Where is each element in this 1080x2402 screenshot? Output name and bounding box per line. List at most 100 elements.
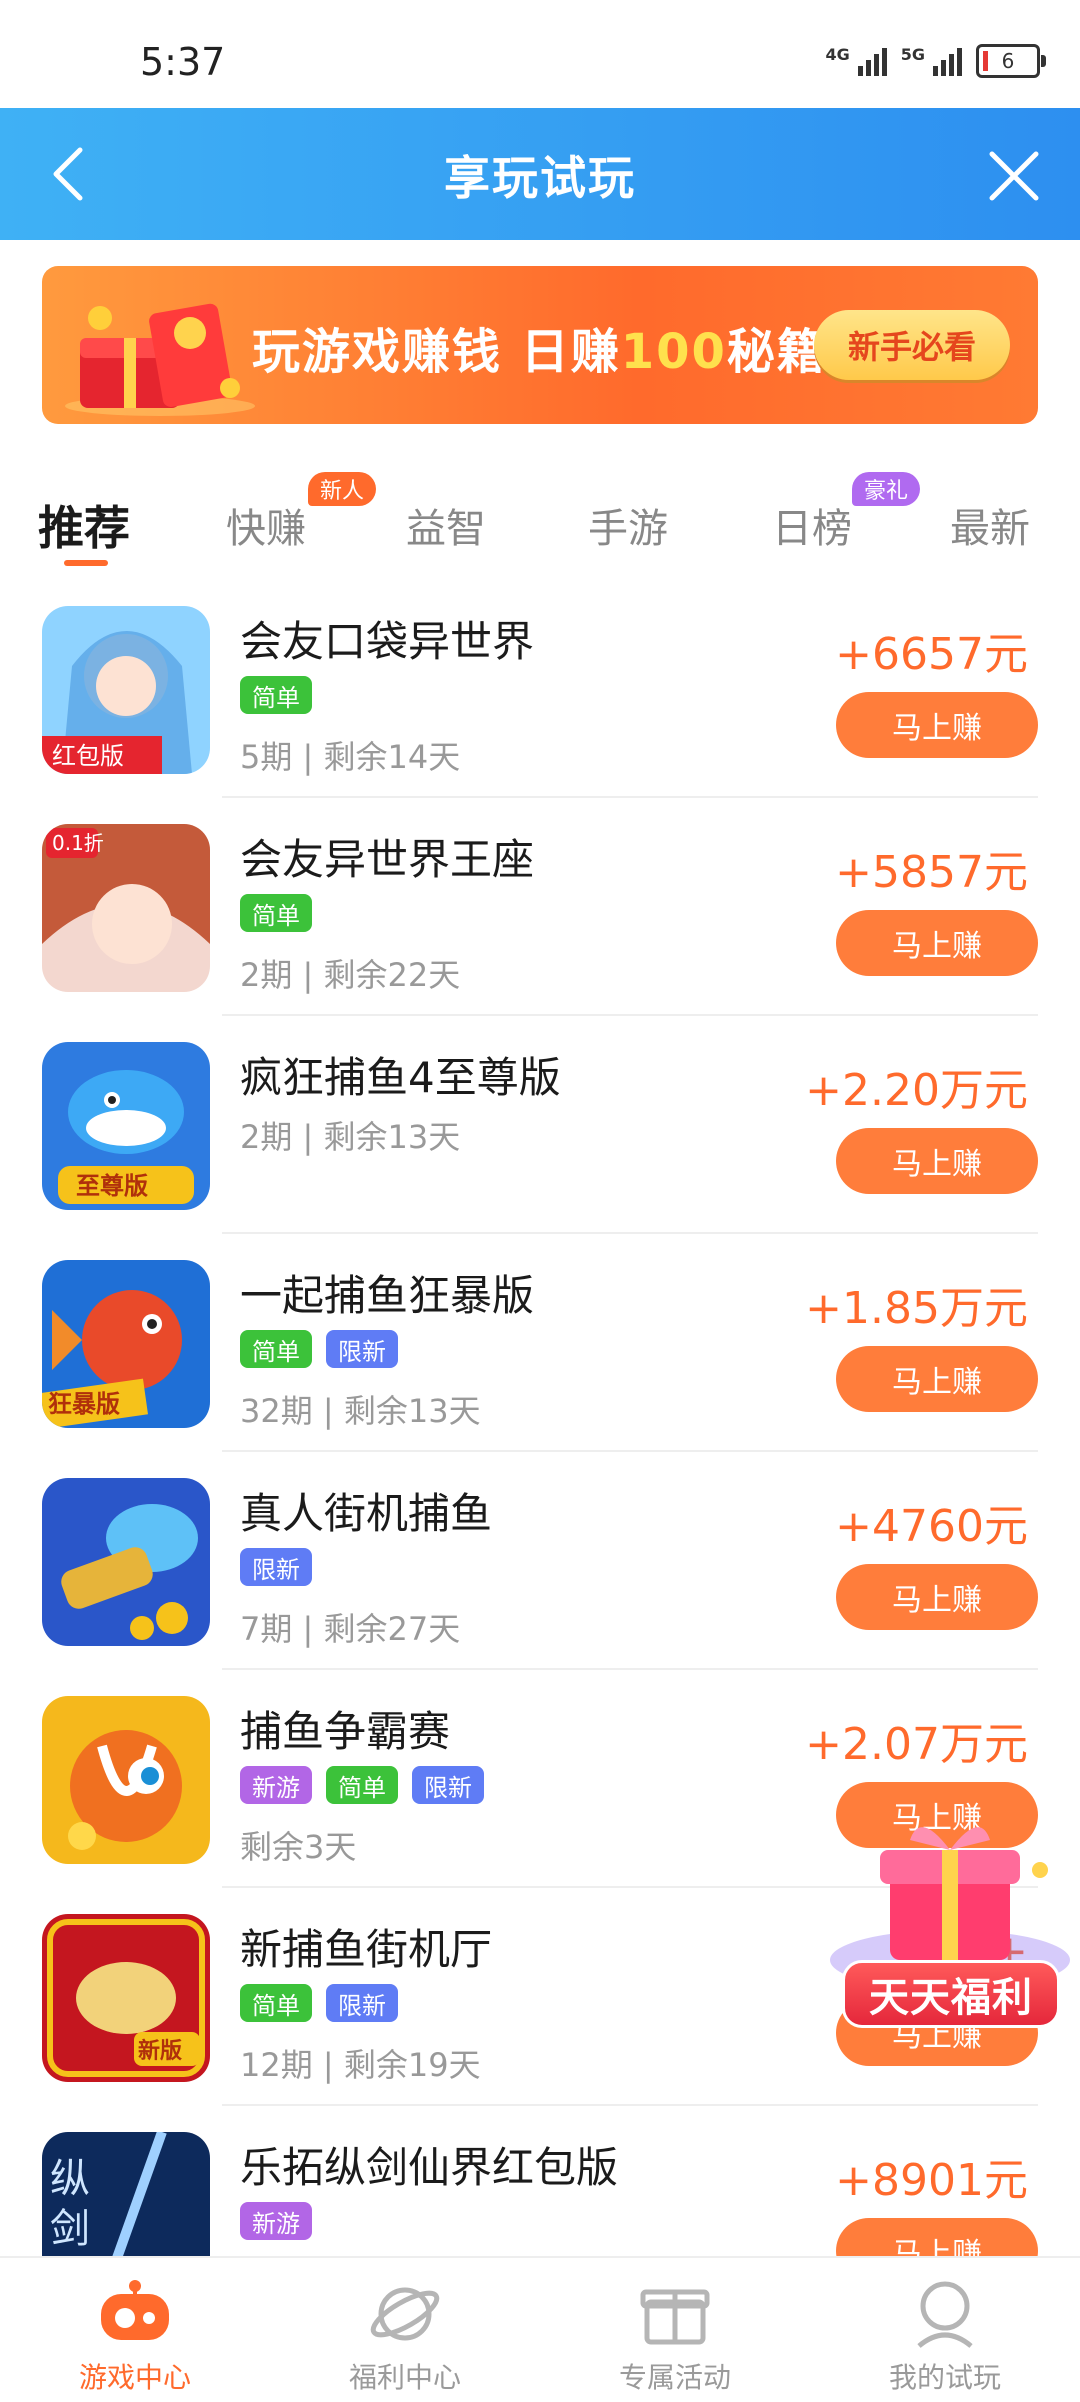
banner-text-a: 玩游戏赚钱 日赚	[252, 324, 621, 380]
signal-icon	[857, 46, 887, 76]
banner-text-highlight: 100	[620, 324, 727, 380]
battery-icon: 6	[976, 44, 1046, 78]
reward-amount: +2.07万元	[805, 1719, 1028, 1770]
network-5g-label: 5G	[900, 44, 925, 64]
game-tags: 简单	[240, 676, 312, 714]
tag-limited-new: 限新	[240, 1548, 312, 1586]
tab-badge-newcomer: 新人	[308, 472, 377, 506]
tag-easy: 简单	[240, 1984, 312, 2022]
tag-easy: 简单	[326, 1766, 398, 1804]
game-icon-golden-fish: 新版	[42, 1914, 210, 2082]
reward-amount: +2.20万元	[805, 1065, 1028, 1116]
daily-welfare-label: 天天福利	[842, 1960, 1060, 2028]
game-name: 会友口袋异世界	[240, 617, 535, 666]
list-item[interactable]: 狂暴版 一起捕鱼狂暴版 简单 限新 32期 | 剩余13天 +1.85万元 马上…	[0, 1234, 1080, 1452]
game-tags: 简单	[240, 894, 312, 932]
game-meta: 5期 | 剩余14天	[240, 738, 461, 776]
nav-welfare-center[interactable]: 福利中心	[270, 2258, 540, 2402]
user-icon	[917, 2281, 973, 2348]
list-item[interactable]: 红包版 会友口袋异世界 简单 5期 | 剩余14天 +6657元 马上赚	[0, 580, 1080, 798]
svg-text:至尊版: 至尊版	[76, 1172, 148, 1200]
list-item[interactable]: 0.1折 会友异世界王座 简单 2期 | 剩余22天 +5857元 马上赚	[0, 798, 1080, 1016]
active-tab-indicator	[64, 560, 108, 566]
tag-easy: 简单	[240, 1330, 312, 1368]
game-icon-anime-girl: 0.1折	[42, 824, 210, 992]
game-name: 会友异世界王座	[240, 835, 535, 884]
tab-recommend[interactable]: 推荐	[38, 492, 130, 558]
game-name: 捕鱼争霸赛	[240, 1707, 451, 1756]
tab-badge-gift: 豪礼	[852, 472, 921, 506]
network-4g-label: 4G	[825, 44, 850, 64]
game-tags: 新游	[240, 2202, 312, 2240]
reward-amount: +5857元	[835, 847, 1028, 898]
tag-limited-new: 限新	[326, 1984, 398, 2022]
game-tags: 简单 限新	[240, 1330, 398, 1368]
svg-text:0.1折: 0.1折	[52, 831, 104, 855]
tag-limited-new: 限新	[412, 1766, 484, 1804]
banner-text-c: 秘籍	[726, 324, 827, 380]
game-icon-shark: 至尊版	[42, 1042, 210, 1210]
daily-welfare-float-button[interactable]: 天天福利	[820, 1810, 1080, 2050]
status-time: 5:37	[140, 40, 226, 84]
tag-new-game: 新游	[240, 1766, 312, 1804]
game-meta: 32期 | 剩余13天	[240, 1392, 481, 1430]
tab-puzzle[interactable]: 益智	[406, 496, 486, 554]
nav-label: 我的试玩	[888, 2361, 1001, 2394]
nav-label: 福利中心	[348, 2361, 461, 2394]
game-name: 乐拓纵剑仙界红包版	[240, 2143, 619, 2192]
reward-amount: +1.85万元	[805, 1283, 1028, 1334]
tab-quick-earn[interactable]: 快赚	[226, 496, 306, 554]
game-name: 疯狂捕鱼4至尊版	[240, 1053, 561, 1102]
game-tags: 限新	[240, 1548, 312, 1586]
promo-banner[interactable]: 玩游戏赚钱 日赚100秘籍 新手必看	[42, 266, 1038, 424]
svg-text:纵: 纵	[50, 2156, 90, 2202]
svg-text:剑: 剑	[50, 2206, 90, 2252]
game-name: 一起捕鱼狂暴版	[240, 1271, 535, 1320]
svg-text:新版: 新版	[138, 2038, 182, 2064]
nav-label: 专属活动	[618, 2361, 731, 2394]
tag-new-game: 新游	[240, 2202, 312, 2240]
status-bar: 5:37 4G 5G 6	[0, 0, 1080, 108]
page-title: 享玩试玩	[444, 151, 636, 205]
nav-game-center[interactable]: 游戏中心	[0, 2258, 270, 2402]
game-tags: 新游 简单 限新	[240, 1766, 484, 1804]
game-icon-arcade-shark	[42, 1478, 210, 1646]
game-meta: 2期 | 剩余22天	[240, 956, 461, 994]
game-name: 新捕鱼街机厅	[240, 1925, 493, 1974]
earn-now-button[interactable]: 马上赚	[836, 1128, 1038, 1194]
game-icon-clownfish	[42, 1696, 210, 1864]
game-tags: 简单 限新	[240, 1984, 398, 2022]
banner-text: 玩游戏赚钱 日赚100秘籍	[252, 312, 827, 382]
tag-limited-new: 限新	[326, 1330, 398, 1368]
reward-amount: +6657元	[835, 629, 1028, 680]
earn-now-button[interactable]: 马上赚	[836, 692, 1038, 758]
newbie-guide-button[interactable]: 新手必看	[814, 310, 1010, 380]
bottom-nav: 游戏中心 福利中心 专属活动 我的试玩	[0, 2256, 1080, 2402]
gamepad-icon	[101, 2280, 169, 2340]
title-bar: 享玩试玩	[0, 108, 1080, 240]
earn-now-button[interactable]: 马上赚	[836, 1564, 1038, 1630]
tab-mobile-games[interactable]: 手游	[588, 496, 668, 554]
earn-now-button[interactable]: 马上赚	[836, 910, 1038, 976]
list-item[interactable]: 至尊版 疯狂捕鱼4至尊版 2期 | 剩余13天 +2.20万元 马上赚	[0, 1016, 1080, 1234]
list-item[interactable]: 真人街机捕鱼 限新 7期 | 剩余27天 +4760元 马上赚	[0, 1452, 1080, 1670]
signal-icon	[933, 46, 962, 76]
battery-level: 6	[1001, 49, 1015, 73]
svg-text:红包版: 红包版	[52, 742, 124, 770]
status-icons: 4G 5G 6	[825, 44, 1046, 78]
game-meta: 剩余3天	[240, 1828, 357, 1866]
earn-now-button[interactable]: 马上赚	[836, 1346, 1038, 1412]
nav-exclusive-events[interactable]: 专属活动	[540, 2258, 810, 2402]
tab-daily-rank[interactable]: 日榜	[772, 496, 852, 554]
game-meta: 7期 | 剩余27天	[240, 1610, 461, 1648]
tab-latest[interactable]: 最新	[950, 496, 1030, 554]
svg-text:狂暴版: 狂暴版	[48, 1390, 120, 1418]
game-icon-fish: 狂暴版	[42, 1260, 210, 1428]
gift-icon	[640, 2289, 710, 2345]
close-icon[interactable]	[986, 148, 1042, 204]
reward-amount: +4760元	[835, 1501, 1028, 1552]
nav-my-trials[interactable]: 我的试玩	[810, 2258, 1080, 2402]
tag-easy: 简单	[240, 894, 312, 932]
game-meta: 2期 | 剩余13天	[240, 1118, 461, 1156]
reward-amount: +8901元	[835, 2155, 1028, 2206]
